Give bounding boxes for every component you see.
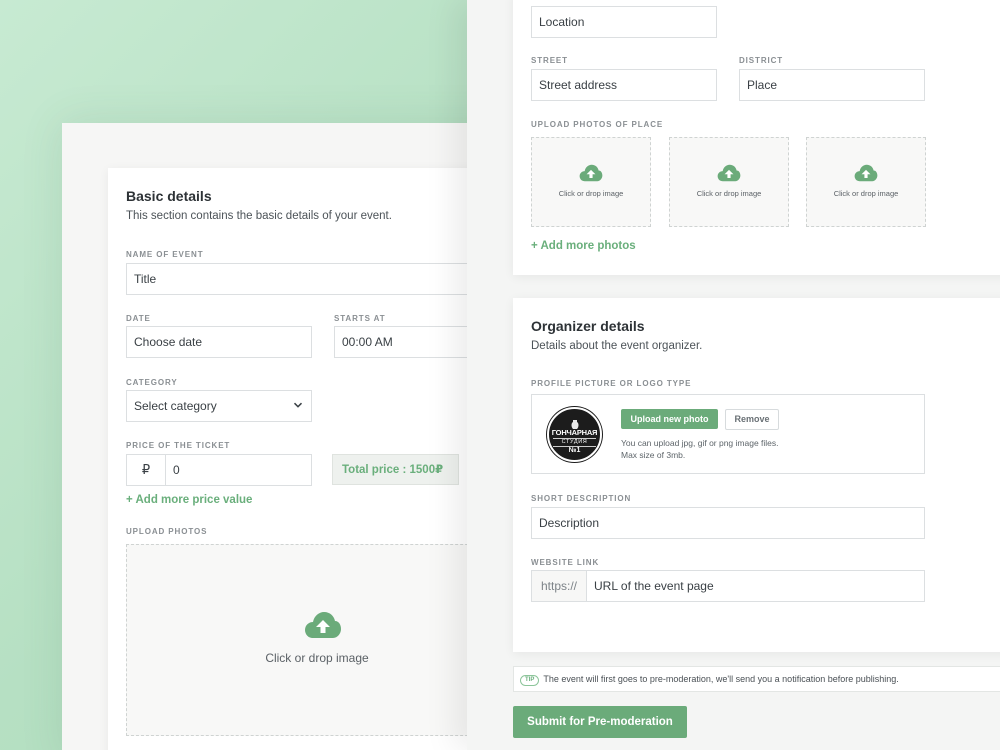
price-input[interactable]: 0	[165, 454, 312, 486]
basic-details-card: Basic details This section contains the …	[108, 168, 508, 750]
event-name-input[interactable]: Title	[126, 263, 508, 295]
cloud-upload-icon	[717, 164, 741, 182]
upload-hint-formats: You can upload jpg, gif or png image fil…	[621, 438, 779, 448]
cloud-upload-icon	[305, 612, 341, 638]
cloud-upload-icon	[579, 164, 603, 182]
location-card: Location Street Street address District …	[513, 0, 1000, 275]
add-price-link[interactable]: + Add more price value	[126, 494, 252, 506]
add-more-photos-link[interactable]: + Add more photos	[531, 240, 636, 252]
date-label: Date	[126, 314, 151, 323]
dropzone-text: Click or drop image	[696, 189, 762, 198]
dropzone-text: Click or drop image	[265, 651, 369, 665]
photo-dropzone[interactable]: Click or drop image	[126, 544, 508, 736]
tip-badge: TIP	[520, 675, 540, 686]
location-input[interactable]: Location	[531, 6, 717, 38]
website-prefix-addon: https://	[531, 570, 587, 602]
logo-text-mid: СТУДИЯ	[553, 438, 596, 447]
price-label: Price of the ticket	[126, 441, 231, 450]
category-select[interactable]: Select category	[126, 390, 312, 422]
category-select-value: Select category	[134, 399, 217, 413]
website-url-input[interactable]: URL of the event page	[586, 570, 925, 602]
basic-details-subtitle: This section contains the basic details …	[126, 210, 392, 222]
currency-addon: ₽	[126, 454, 166, 486]
logo-jug-icon	[549, 416, 600, 429]
district-label: District	[739, 56, 784, 65]
street-label: Street	[531, 56, 568, 65]
website-link-label: Website link	[531, 558, 600, 567]
submit-premoderation-button[interactable]: Submit for Pre-moderation	[513, 706, 687, 738]
organizer-card: Organizer details Details about the even…	[513, 298, 1000, 652]
dropzone-text: Click or drop image	[558, 189, 624, 198]
dropzone-text: Click or drop image	[833, 189, 899, 198]
district-input[interactable]: Place	[739, 69, 925, 101]
upload-place-photos-label: Upload photos of place	[531, 120, 664, 129]
upload-hint-size: Max size of 3mb.	[621, 450, 686, 460]
basic-details-title: Basic details	[126, 188, 212, 204]
remove-photo-button[interactable]: Remove	[725, 409, 779, 430]
street-input[interactable]: Street address	[531, 69, 717, 101]
profile-picture-label: Profile picture or logo type	[531, 379, 692, 388]
cloud-upload-icon	[854, 164, 878, 182]
category-label: Category	[126, 378, 178, 387]
organizer-logo: ГОНЧАРНАЯ СТУДИЯ №1	[547, 407, 602, 462]
upload-hint: You can upload jpg, gif or png image fil…	[621, 437, 779, 461]
organizer-title: Organizer details	[531, 318, 645, 334]
logo-text-top: ГОНЧАРНАЯ	[551, 428, 598, 437]
date-input[interactable]: Choose date	[126, 326, 312, 358]
tip-text: The event will first goes to pre-moderat…	[543, 674, 899, 684]
place-photo-dropzone[interactable]: Click or drop image	[806, 137, 926, 227]
right-panel: Location Street Street address District …	[467, 0, 1000, 750]
upload-photos-label: Upload photos	[126, 527, 208, 536]
short-description-label: Short description	[531, 494, 632, 503]
total-price-badge: Total price : 1500₽	[332, 454, 459, 485]
short-description-input[interactable]: Description	[531, 507, 925, 539]
tip-bar: TIP The event will first goes to pre-mode…	[513, 666, 1000, 692]
name-of-event-label: Name of event	[126, 250, 204, 259]
place-photo-dropzone[interactable]: Click or drop image	[669, 137, 789, 227]
starts-at-label: Starts at	[334, 314, 386, 323]
logo-text-bottom: №1	[568, 447, 581, 454]
upload-new-photo-button[interactable]: Upload new photo	[621, 409, 718, 429]
chevron-down-icon	[293, 402, 303, 408]
profile-picture-box: ГОНЧАРНАЯ СТУДИЯ №1 Upload new photo Rem…	[531, 394, 925, 474]
organizer-subtitle: Details about the event organizer.	[531, 340, 703, 352]
place-photo-dropzone[interactable]: Click or drop image	[531, 137, 651, 227]
